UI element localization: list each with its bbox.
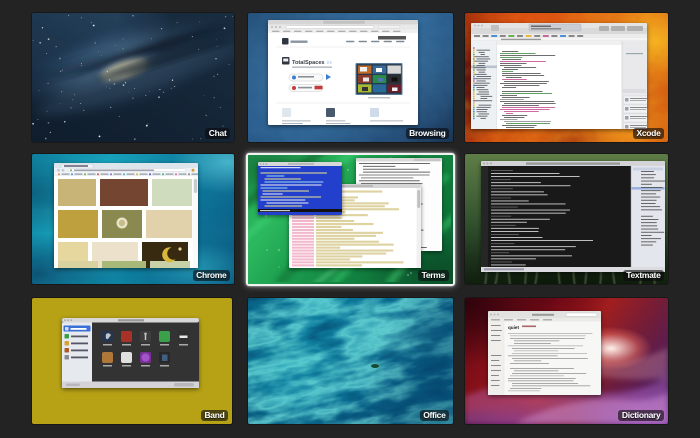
- svg-text:quiet: quiet: [508, 325, 519, 330]
- svg-text:2.x: 2.x: [327, 61, 332, 65]
- svg-text:TotalSpaces: TotalSpaces: [292, 60, 325, 66]
